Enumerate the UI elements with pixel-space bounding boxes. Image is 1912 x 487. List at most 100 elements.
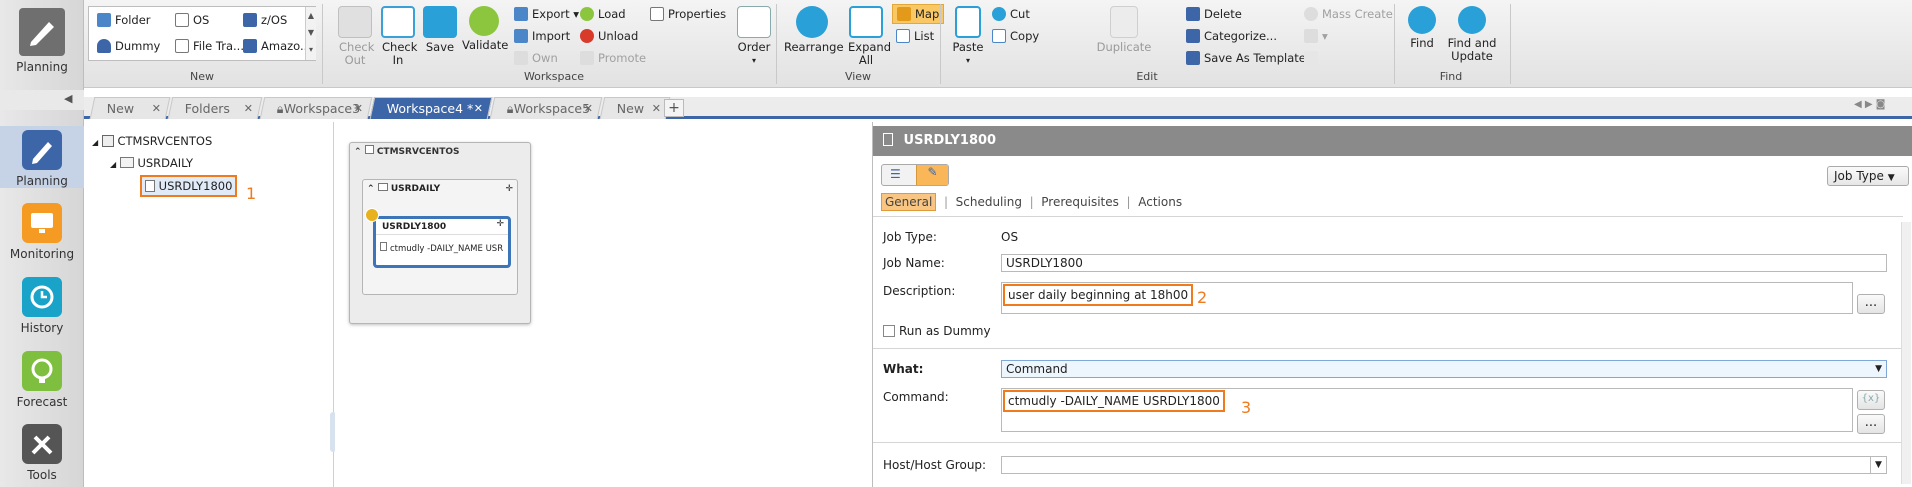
save-button[interactable]: Save: [420, 6, 460, 54]
group-label-edit: Edit: [1136, 70, 1158, 83]
tab-workspace3[interactable]: 🔒︎ Workspace3 ✕: [259, 97, 373, 120]
map-label: Map: [915, 7, 940, 21]
tab-workspace5[interactable]: 🔒︎ Workspace5 ✕: [489, 97, 603, 120]
sidebar-top-planning[interactable]: Planning: [6, 8, 78, 74]
tab-scroll-arrows[interactable]: ◀ ▶ ◙: [1854, 99, 1885, 110]
job-name-input[interactable]: USRDLY1800: [1001, 254, 1887, 272]
tab-new-1[interactable]: New ✕: [89, 97, 171, 120]
detail-scrollbar[interactable]: [1901, 222, 1911, 484]
save-as-template-button[interactable]: Save As Template: [1186, 49, 1306, 67]
add-tab-button[interactable]: +: [664, 99, 684, 117]
move-handle-icon[interactable]: ✛: [505, 180, 513, 198]
job-type-button[interactable]: Job Type ▼: [1827, 166, 1909, 186]
move-handle-icon[interactable]: ✛: [496, 219, 504, 229]
sidebar-collapse[interactable]: ◀: [0, 90, 84, 110]
copy-button[interactable]: Copy: [992, 27, 1039, 45]
mass-create-button[interactable]: Mass Create: [1304, 5, 1393, 23]
list-view-icon[interactable]: ☰: [890, 167, 901, 181]
unload-button[interactable]: Unload: [580, 27, 638, 45]
tab-workspace4[interactable]: Workspace4 * ✕: [369, 97, 493, 120]
delete-button[interactable]: Delete: [1186, 5, 1242, 23]
sidebar-item-monitoring[interactable]: Monitoring: [6, 203, 78, 261]
load-icon: [580, 7, 594, 21]
new-dummy-item[interactable]: Dummy: [97, 37, 160, 55]
gallery-scroll[interactable]: ▲ ▼ ▾: [305, 7, 316, 60]
map-job-box[interactable]: USRDLY1800 ✛ ctmudly -DAILY_NAME USR: [373, 216, 511, 268]
mass-create-label: Mass Create: [1322, 7, 1393, 21]
edit-pencil-badge-icon: [365, 208, 379, 222]
paste-button[interactable]: Paste ▾: [948, 6, 988, 67]
collapse-caret-icon[interactable]: ⌃: [367, 184, 375, 194]
tab-label: New: [616, 101, 645, 116]
remove-x-icon: [1304, 51, 1318, 65]
map-server-box[interactable]: ⌃ CTMSRVCENTOS ⌃ USRDAILY ✛ USRDLY1800 ✛ …: [349, 142, 531, 324]
description-label: Description:: [883, 284, 956, 298]
new-file-transfer-item[interactable]: File Tra...: [175, 37, 244, 55]
close-icon[interactable]: ✕: [584, 98, 593, 120]
new-zos-item[interactable]: z/OS: [243, 11, 287, 29]
sidebar-item-label: Tools: [27, 468, 57, 482]
close-icon[interactable]: ✕: [652, 98, 661, 120]
description-input[interactable]: user daily beginning at 18h00: [1001, 282, 1853, 314]
promote-label: Promote: [598, 51, 647, 65]
import-button[interactable]: Import: [514, 27, 570, 45]
check-in-button[interactable]: Check In: [378, 6, 418, 67]
new-os-item[interactable]: OS: [175, 11, 209, 29]
close-icon[interactable]: ✕: [474, 98, 483, 120]
check-out-button[interactable]: Check Out: [334, 6, 376, 67]
mass-remove-button[interactable]: [1304, 49, 1322, 67]
subtab-general[interactable]: General: [881, 193, 937, 211]
rearrange-button[interactable]: Rearrange: [784, 6, 844, 54]
folder-icon: [119, 157, 134, 168]
what-select[interactable]: Command ▼: [1001, 360, 1887, 378]
validate-button[interactable]: Validate: [462, 6, 508, 52]
sidebar-item-tools[interactable]: Tools: [6, 424, 78, 482]
list-view-toggle[interactable]: List: [896, 27, 934, 45]
mass-options-button[interactable]: ▾: [1304, 27, 1328, 45]
tab-new-2[interactable]: New ✕: [599, 97, 671, 120]
sidebar-item-history[interactable]: History: [6, 277, 78, 335]
collapse-caret-icon[interactable]: ⌃: [354, 147, 362, 157]
command-input[interactable]: ctmudly -DAILY_NAME USRDLY1800: [1001, 388, 1853, 432]
map-folder-box[interactable]: ⌃ USRDAILY ✛ USRDLY1800 ✛ ctmudly -DAILY_…: [362, 179, 518, 295]
close-icon[interactable]: ✕: [244, 98, 253, 120]
properties-button[interactable]: Properties: [650, 5, 726, 23]
export-button[interactable]: Export ▾: [514, 5, 579, 23]
load-button[interactable]: Load: [580, 5, 626, 23]
tab-folders[interactable]: Folders ✕: [167, 97, 263, 120]
categorize-button[interactable]: Categorize...: [1186, 27, 1277, 45]
host-group-select[interactable]: ▼: [1001, 456, 1887, 474]
edit-view-icon[interactable]: ✎: [916, 165, 948, 185]
subtab-prerequisites[interactable]: Prerequisites: [1041, 195, 1119, 209]
insert-variable-button[interactable]: {x}: [1857, 390, 1885, 410]
find-button[interactable]: Find: [1402, 6, 1442, 50]
list-icon: [896, 29, 910, 43]
order-button[interactable]: Order ▾: [732, 6, 776, 67]
new-folder-item[interactable]: Folder: [97, 11, 151, 29]
close-icon[interactable]: ✕: [354, 98, 363, 120]
tree-folder-node[interactable]: ◢ USRDAILY: [110, 156, 193, 170]
find-and-update-button[interactable]: Find and Update: [1444, 6, 1500, 63]
tree-server-node[interactable]: ◢ CTMSRVCENTOS: [92, 134, 212, 148]
own-button[interactable]: Own: [514, 49, 558, 67]
run-as-dummy-checkbox[interactable]: Run as Dummy: [883, 324, 991, 338]
new-amazon-item[interactable]: Amazo...: [243, 37, 311, 55]
subtab-scheduling[interactable]: Scheduling: [956, 195, 1022, 209]
tree-job-node[interactable]: USRDLY1800: [140, 175, 238, 197]
tools-icon: [22, 424, 62, 464]
sidebar-item-planning[interactable]: Planning: [0, 126, 84, 188]
expand-all-button[interactable]: Expand All: [842, 6, 891, 67]
map-view-toggle[interactable]: Map: [892, 4, 945, 24]
promote-button[interactable]: Promote: [580, 49, 646, 67]
check-in-icon: [381, 6, 415, 38]
duplicate-button[interactable]: Duplicate: [1094, 6, 1154, 54]
description-expand-button[interactable]: ...: [1857, 294, 1885, 314]
sidebar-item-forecast[interactable]: Forecast: [6, 351, 78, 409]
group-label-workspace: Workspace: [523, 70, 585, 83]
cut-button[interactable]: Cut: [992, 5, 1030, 23]
close-icon[interactable]: ✕: [152, 98, 161, 120]
command-expand-button[interactable]: ...: [1857, 414, 1885, 434]
folder-icon: [97, 13, 111, 27]
subtab-actions[interactable]: Actions: [1138, 195, 1182, 209]
job-type-value: OS: [1001, 230, 1019, 244]
